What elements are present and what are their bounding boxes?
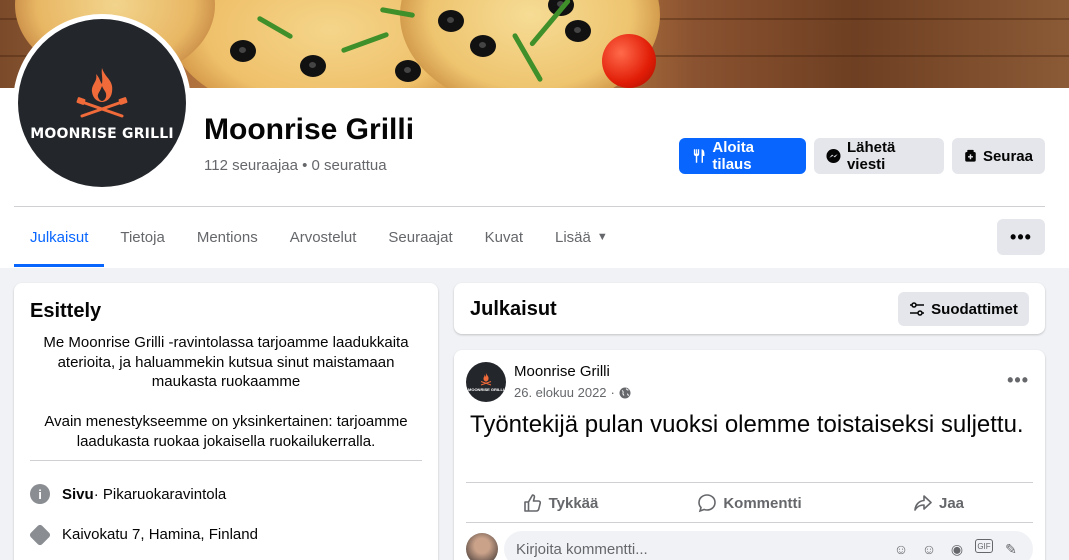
post-logo-text: MOONRISE GRILLI [468,387,504,392]
intro-paragraph: Me Moonrise Grilli -ravintolassa tarjoam… [43,334,409,391]
follower-stats[interactable]: 112 seuraajaa • 0 seurattua [204,157,387,174]
share-button[interactable]: Jaa [844,484,1033,522]
start-order-button[interactable]: Aloita tilaus [679,138,806,174]
tab-reviews[interactable]: Arvostelut [274,207,373,267]
filters-label: Suodattimet [931,300,1018,318]
sticker-icon[interactable]: ✎ [1001,539,1021,559]
filter-sliders-icon [910,302,925,316]
category-row: i Sivu · Pikaruokaravintola [30,484,226,504]
posts-title: Julkaisut [470,298,557,320]
tab-posts[interactable]: Julkaisut [14,207,105,267]
post-text: Työntekijä pulan vuoksi olemme toistaise… [470,411,1024,438]
commenter-avatar[interactable] [466,533,498,560]
intro-card: Esittely Me Moonrise Grilli -ravintolass… [14,283,438,560]
share-arrow-icon [914,495,932,511]
tab-more[interactable]: Lisää ▼ [539,207,624,267]
tab-label: Mentions [196,228,258,246]
tab-label: Kuvat [484,228,523,246]
comment-placeholder: Kirjoita kommentti... [516,540,648,558]
post-options-button[interactable]: ••• [1007,370,1029,391]
info-icon: i [30,484,50,504]
fork-knife-icon [693,149,705,163]
olive-image [438,10,464,32]
tab-photos[interactable]: Kuvat [469,207,539,267]
intro-divider [30,460,422,461]
send-message-button[interactable]: Lähetä viesti [814,138,944,174]
tomato-image [602,34,656,88]
post-actions: Tykkää Kommentti Jaa [466,484,1033,522]
olive-image [565,20,591,42]
tab-label: Seuraajat [388,228,453,246]
olive-image [395,60,421,82]
intro-description: Me Moonrise Grilli -ravintolassa tarjoam… [30,333,422,471]
camera-icon[interactable]: ◉ [947,539,967,559]
olive-image [230,40,256,62]
intro-title: Esittely [30,300,102,322]
more-options-button[interactable]: ••• [997,219,1045,255]
post-card: MOONRISE GRILLI Moonrise Grilli 26. elok… [454,350,1045,560]
follow-button[interactable]: Seuraa [952,138,1045,174]
tab-about[interactable]: Tietoja [104,207,180,267]
post-author[interactable]: Moonrise Grilli [514,363,610,380]
filters-button[interactable]: Suodattimet [898,292,1029,326]
page-avatar[interactable]: MOONRISE GRILLI [18,19,186,187]
like-button[interactable]: Tykkää [466,484,655,522]
flame-grill-icon [76,68,128,118]
globe-icon [619,387,631,398]
comment-input[interactable]: Kirjoita kommentti... ☺ ☺ ◉ GIF ✎ [504,531,1033,560]
post-date[interactable]: 26. elokuu 2022 [514,385,607,400]
meta-separator: · [610,385,615,400]
follow-icon [965,149,976,162]
follow-label: Seuraa [982,147,1033,165]
olive-image [300,55,326,77]
comment-tools: ☺ ☺ ◉ GIF ✎ [891,539,1021,559]
intro-paragraph: Avain menestykseemme on yksinkertainen: … [44,412,408,450]
thumbs-up-icon [523,494,541,512]
comment-button[interactable]: Kommentti [655,484,844,522]
comment-label: Kommentti [723,494,802,512]
tab-label: Tietoja [120,228,165,246]
profile-tabs: Julkaisut Tietoja Mentions Arvostelut Se… [14,207,624,267]
tab-mentions[interactable]: Mentions [181,207,274,267]
directions-icon [28,523,52,546]
tab-followers[interactable]: Seuraajat [372,207,468,267]
page-title[interactable]: Moonrise Grilli [204,113,414,147]
messenger-icon [826,148,841,164]
logo-text: MOONRISE GRILLI [30,126,174,142]
category-label: Sivu [62,485,94,503]
send-message-label: Lähetä viesti [846,139,896,173]
post-divider [466,522,1033,523]
tab-label: Julkaisut [30,228,89,246]
post-author-avatar[interactable]: MOONRISE GRILLI [466,362,506,402]
like-label: Tykkää [548,494,599,512]
category-value[interactable]: · Pikaruokaravintola [94,486,227,503]
comment-bubble-icon [698,494,717,513]
olive-image [470,35,496,57]
posts-header-card: Julkaisut Suodattimet [454,283,1045,334]
caret-down-icon: ▼ [596,231,608,243]
emoji-icon[interactable]: ☺ [919,539,939,559]
flame-grill-icon [480,373,492,386]
tab-label: Arvostelut [289,228,357,246]
start-order-label: Aloita tilaus [712,139,755,173]
share-label: Jaa [938,494,965,512]
address-text[interactable]: Kaivokatu 7, Hamina, Finland [62,526,258,543]
post-divider [466,482,1033,483]
avatar-sticker-icon[interactable]: ☺ [891,539,911,559]
address-row: Kaivokatu 7, Hamina, Finland [28,523,258,546]
gif-icon[interactable]: GIF [975,539,993,553]
tab-label: Lisää [554,228,591,246]
post-meta: 26. elokuu 2022 · [514,385,631,400]
